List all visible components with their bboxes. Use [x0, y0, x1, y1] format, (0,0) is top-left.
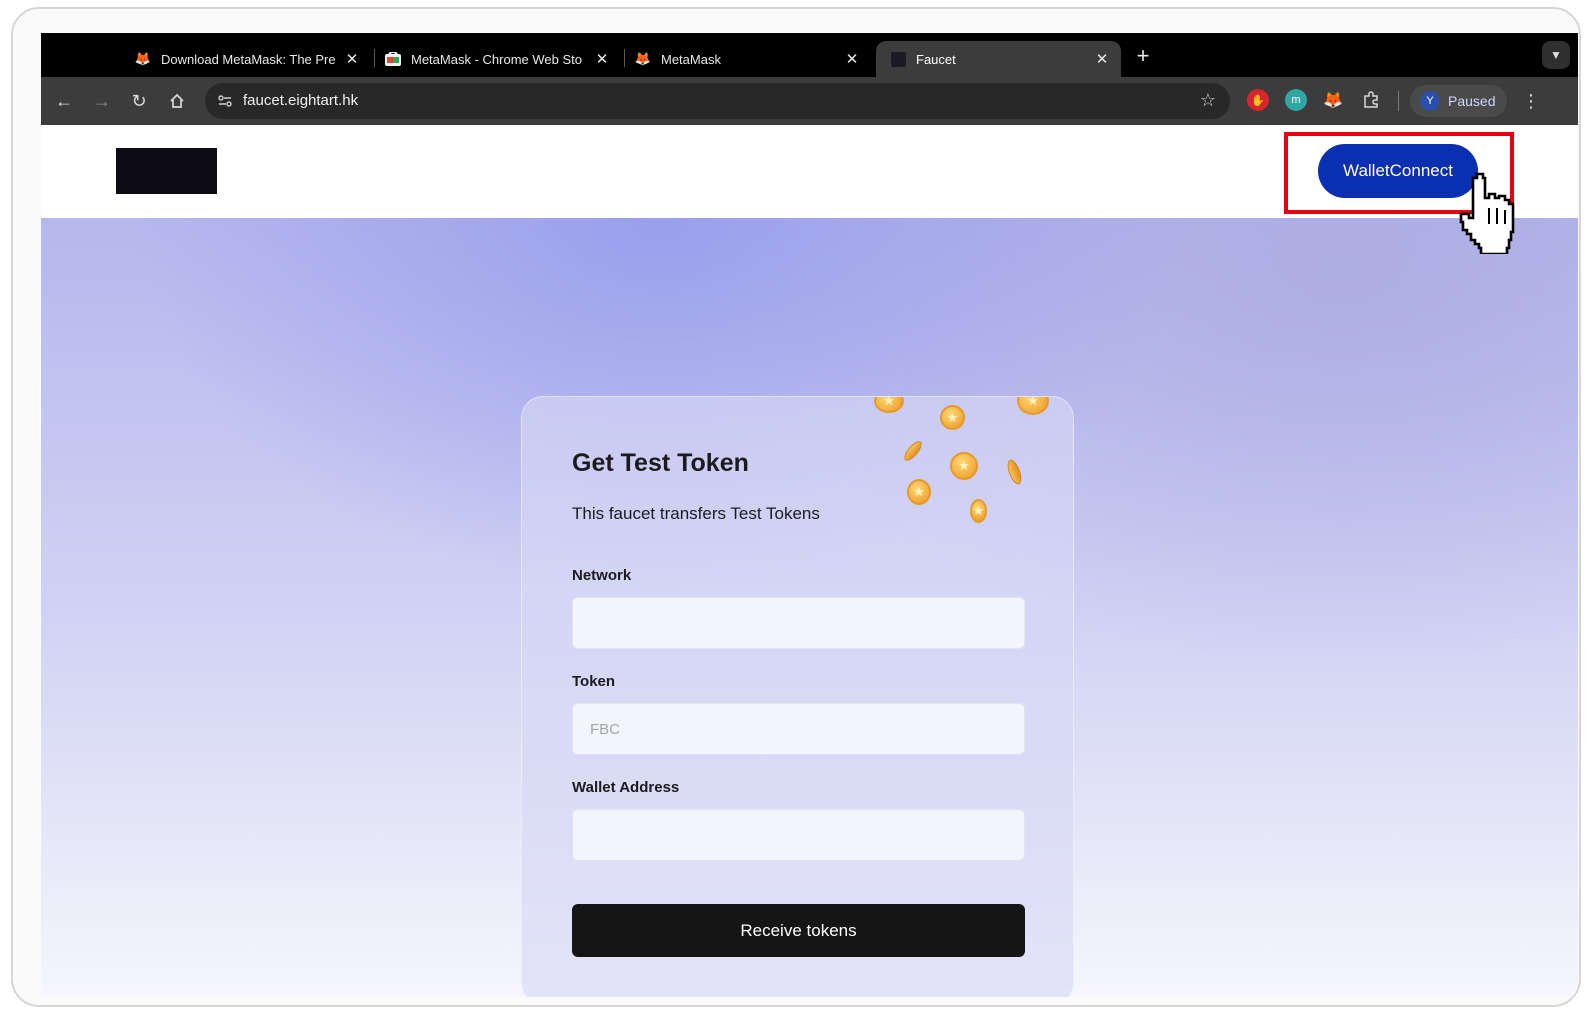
new-tab-button[interactable]: + [1130, 43, 1156, 69]
coin-icon: ★ [907, 479, 931, 505]
forward-button[interactable]: → [89, 88, 115, 114]
site-logo[interactable] [116, 148, 217, 194]
home-button[interactable] [164, 88, 190, 114]
network-input[interactable] [572, 597, 1025, 649]
coin-icon [1004, 457, 1025, 487]
chevron-down-icon: ▼ [1550, 48, 1562, 62]
tab-search-button[interactable]: ▼ [1542, 41, 1570, 69]
address-bar[interactable]: faucet.eightart.hk ☆ [205, 83, 1230, 119]
receive-tokens-button[interactable]: Receive tokens [572, 904, 1025, 957]
fox-icon: 🦊 [634, 51, 652, 66]
fox-icon: 🦊 [134, 51, 152, 66]
dark-square-icon [890, 51, 906, 67]
coin-icon: ★ [874, 397, 904, 413]
tab-faucet[interactable]: Faucet ✕ [876, 41, 1121, 77]
card-title: Get Test Token [572, 449, 749, 477]
tab-title: Faucet [916, 51, 956, 67]
adblock-extension-icon[interactable]: ✋ [1247, 89, 1269, 111]
faucet-card: ★ ★ ★ ★ ★ ★ Get Test Token This faucet t… [521, 396, 1074, 997]
coin-icon: ★ [970, 499, 987, 523]
coin-icon: ★ [1017, 397, 1049, 415]
toolbar-divider [1398, 91, 1399, 111]
home-icon [170, 93, 184, 108]
avatar: Y [1420, 91, 1440, 111]
browser-window: 🦊 Download MetaMask: The Pre ✕ MetaMask … [41, 33, 1578, 997]
page-content: WalletConnect ★ ★ ★ ★ ★ ★ Get Test Token… [41, 125, 1578, 997]
webstore-icon [385, 51, 401, 67]
close-icon[interactable]: ✕ [1093, 50, 1111, 68]
close-icon[interactable]: ✕ [593, 50, 611, 68]
extension-m-icon[interactable]: m [1285, 89, 1307, 111]
tab-chrome-web-store[interactable]: MetaMask - Chrome Web Sto ✕ [371, 41, 621, 77]
site-header: WalletConnect [41, 125, 1578, 218]
coin-icon [901, 438, 925, 464]
profile-button[interactable]: Y Paused [1410, 85, 1507, 117]
metamask-extension-icon[interactable]: 🦊 [1322, 89, 1344, 111]
wallet-address-label: Wallet Address [572, 779, 680, 796]
token-label: Token [572, 673, 616, 690]
hero-background: ★ ★ ★ ★ ★ ★ Get Test Token This faucet t… [41, 218, 1578, 997]
extensions-puzzle-icon[interactable] [1360, 89, 1382, 111]
hand-cursor-icon [1459, 172, 1515, 254]
card-subtitle: This faucet transfers Test Tokens [572, 504, 820, 523]
tab-title: Download MetaMask: The Pre [161, 51, 336, 67]
profile-status: Paused [1448, 93, 1496, 109]
coin-icon: ★ [940, 405, 965, 430]
close-icon[interactable]: ✕ [843, 50, 861, 68]
bookmark-star-icon[interactable]: ☆ [1200, 90, 1216, 111]
close-icon[interactable]: ✕ [343, 50, 361, 68]
window-frame: 🦊 Download MetaMask: The Pre ✕ MetaMask … [11, 7, 1581, 1007]
reload-icon: ↻ [131, 90, 147, 111]
arrow-right-icon: → [93, 90, 111, 111]
browser-toolbar: ← → ↻ faucet.eightart.hk ☆ ✋ m 🦊 Y Pause… [41, 77, 1578, 125]
tab-metamask[interactable]: 🦊 MetaMask ✕ [621, 41, 871, 77]
back-button[interactable]: ← [51, 88, 77, 114]
arrow-left-icon: ← [55, 90, 73, 111]
token-input[interactable] [572, 703, 1025, 755]
menu-kebab-icon[interactable]: ⋮ [1519, 88, 1543, 114]
tab-title: MetaMask [661, 51, 721, 67]
coin-icon: ★ [950, 452, 978, 480]
wallet-address-input[interactable] [572, 809, 1025, 861]
site-info-icon[interactable] [215, 91, 235, 111]
reload-button[interactable]: ↻ [126, 88, 152, 114]
tab-strip: 🦊 Download MetaMask: The Pre ✕ MetaMask … [41, 33, 1578, 77]
tab-download-metamask[interactable]: 🦊 Download MetaMask: The Pre ✕ [121, 41, 371, 77]
url-text: faucet.eightart.hk [243, 92, 359, 109]
network-label: Network [572, 567, 632, 584]
extension-m-label: m [1291, 94, 1301, 106]
tab-title: MetaMask - Chrome Web Sto [411, 51, 582, 67]
